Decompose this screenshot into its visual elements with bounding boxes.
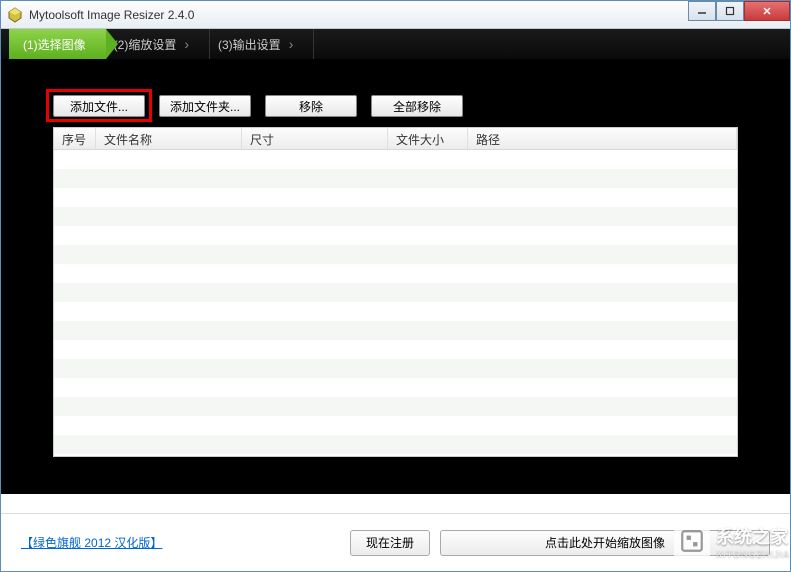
table-header: 序号 文件名称 尺寸 文件大小 路径 bbox=[54, 128, 737, 150]
col-seq[interactable]: 序号 bbox=[54, 128, 96, 149]
toolbar: 添加文件... 添加文件夹... 移除 全部移除 bbox=[53, 95, 738, 117]
close-button[interactable] bbox=[744, 1, 790, 21]
register-button[interactable]: 现在注册 bbox=[350, 530, 430, 556]
tab-label: (2)缩放设置 bbox=[114, 36, 177, 53]
file-table: 序号 文件名称 尺寸 文件大小 路径 bbox=[53, 127, 738, 457]
maximize-button[interactable] bbox=[716, 1, 744, 21]
remove-button[interactable]: 移除 bbox=[265, 95, 357, 117]
table-body[interactable] bbox=[54, 150, 737, 457]
col-dimensions[interactable]: 尺寸 bbox=[242, 128, 388, 149]
credits-link[interactable]: 绿色旗舰 2012 汉化版 bbox=[21, 534, 162, 551]
tab-select-image[interactable]: (1)选择图像 bbox=[9, 29, 106, 59]
tab-label: (1)选择图像 bbox=[23, 36, 86, 53]
step-tabs: (1)选择图像 (2)缩放设置 (3)输出设置 bbox=[1, 29, 790, 59]
app-title: Mytoolsoft Image Resizer 2.4.0 bbox=[29, 8, 194, 22]
footer: 绿色旗舰 2012 汉化版 现在注册 点击此处开始缩放图像 bbox=[1, 513, 790, 571]
main-panel: 添加文件... 添加文件夹... 移除 全部移除 序号 文件名称 尺寸 文件大小… bbox=[1, 59, 790, 494]
start-resize-button[interactable]: 点击此处开始缩放图像 bbox=[440, 530, 770, 556]
window-controls bbox=[688, 1, 790, 21]
col-filesize[interactable]: 文件大小 bbox=[388, 128, 468, 149]
add-folder-button[interactable]: 添加文件夹... bbox=[159, 95, 251, 117]
add-file-button[interactable]: 添加文件... bbox=[53, 95, 145, 117]
minimize-button[interactable] bbox=[688, 1, 716, 21]
app-icon bbox=[7, 7, 23, 23]
tab-output-settings[interactable]: (3)输出设置 bbox=[204, 29, 314, 59]
tab-label: (3)输出设置 bbox=[218, 36, 281, 53]
remove-all-button[interactable]: 全部移除 bbox=[371, 95, 463, 117]
col-filename[interactable]: 文件名称 bbox=[96, 128, 242, 149]
app-window: Mytoolsoft Image Resizer 2.4.0 (1)选择图像 (… bbox=[0, 0, 791, 572]
highlight-box: 添加文件... bbox=[46, 89, 152, 122]
col-path[interactable]: 路径 bbox=[468, 128, 737, 149]
titlebar: Mytoolsoft Image Resizer 2.4.0 bbox=[1, 1, 790, 29]
